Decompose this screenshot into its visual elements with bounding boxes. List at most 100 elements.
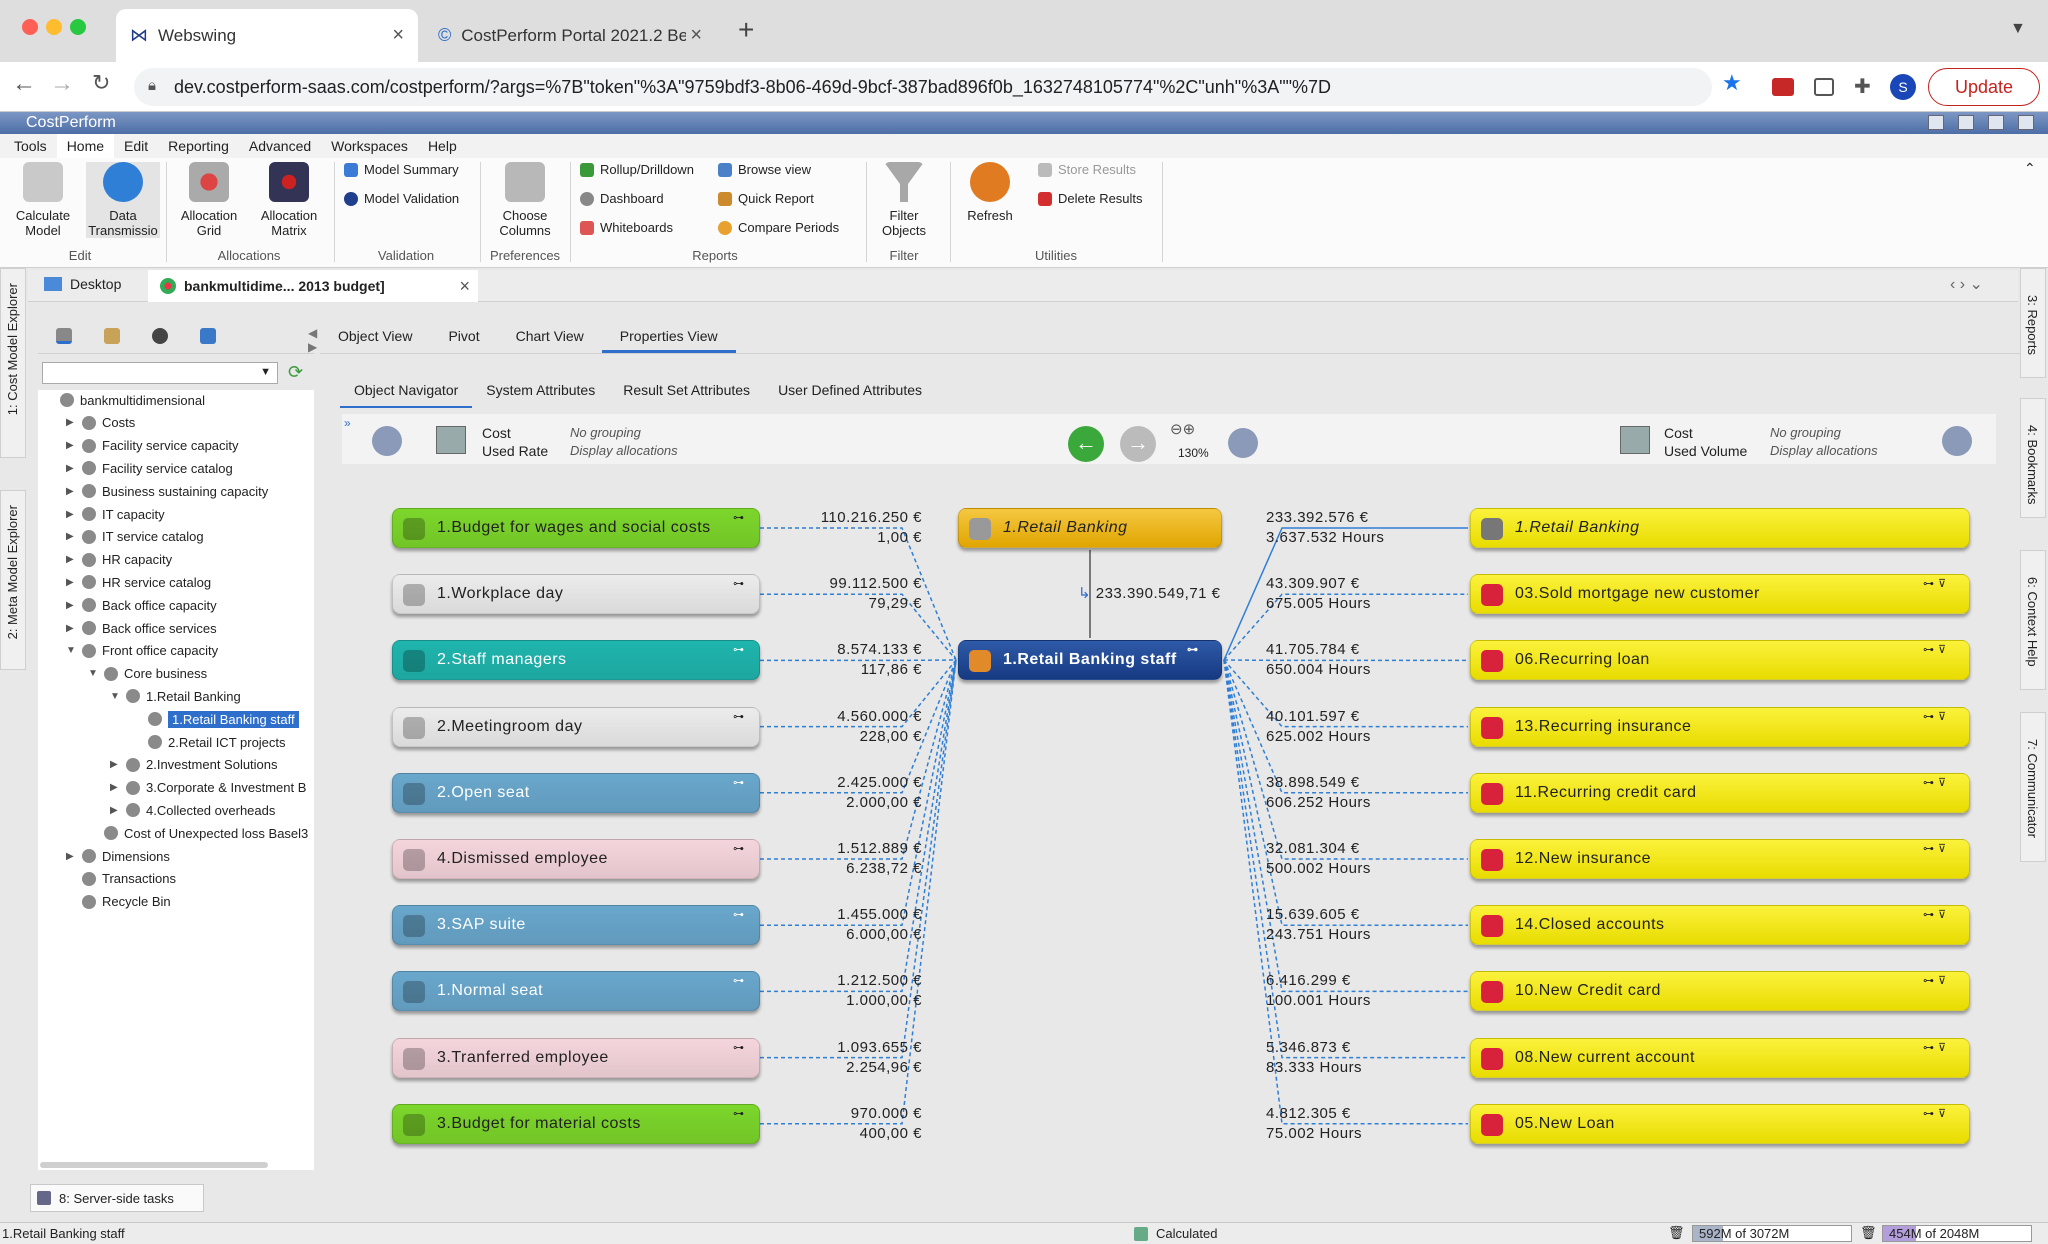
expand-toggle-icon[interactable]: ▼ (88, 668, 98, 679)
extension-lastpass-icon[interactable] (1772, 78, 1794, 96)
profile-avatar[interactable]: S (1890, 74, 1916, 100)
browser-tab-costperform[interactable]: © CostPerform Portal 2021.2 Bet × (424, 9, 716, 62)
filter-objects-button[interactable]: Filter Objects (872, 162, 936, 238)
tree-item[interactable]: ▶ IT capacity (66, 504, 165, 524)
hierarchy-filter-icon[interactable]: ⊶ ⊽ (1923, 842, 1947, 855)
side-tab-communicator[interactable]: 7: Communicator (2020, 712, 2046, 862)
right-measure-label[interactable]: Cost Used Volume (1664, 424, 1747, 460)
menu-workspaces[interactable]: Workspaces (321, 134, 418, 158)
target-node[interactable]: 06.Recurring loan ⊶ ⊽ (1470, 640, 1970, 681)
tree-item[interactable]: ▶ Dimensions (66, 846, 170, 866)
target-node[interactable]: 10.New Credit card ⊶ ⊽ (1470, 971, 1970, 1012)
target-node[interactable]: 13.Recurring insurance ⊶ ⊽ (1470, 706, 1970, 747)
compare-periods-button[interactable]: Compare Periods (718, 220, 839, 235)
hierarchy-filter-icon[interactable]: ⊶ ⊽ (1923, 710, 1947, 723)
hierarchy-small-icon[interactable]: ⊶ (1187, 643, 1199, 656)
browse-view-button[interactable]: Browse view (718, 162, 811, 177)
source-node[interactable]: 1.Workplace day ⊶ (392, 574, 760, 615)
hierarchy-small-icon[interactable]: ⊶ (733, 511, 745, 524)
collapse-ribbon-icon[interactable]: ⌃ (2024, 160, 2036, 177)
source-node[interactable]: 4.Dismissed employee ⊶ (392, 839, 760, 879)
hierarchy-small-icon[interactable]: ⊶ (733, 974, 745, 987)
hierarchy-filter-icon[interactable]: ⊶ ⊽ (1923, 974, 1947, 987)
tab-system-attributes[interactable]: System Attributes (472, 372, 609, 408)
store-results-button[interactable]: Store Results (1038, 162, 1136, 177)
target-node[interactable]: 14.Closed accounts ⊶ ⊽ (1470, 905, 1970, 946)
hierarchy-filter-icon[interactable]: ⊶ ⊽ (1923, 1041, 1947, 1054)
minimize-window-icon[interactable] (46, 19, 62, 35)
source-node[interactable]: 1.Budget for wages and social costs ⊶ (392, 508, 760, 548)
left-grouping-options[interactable]: No grouping Display allocations (570, 424, 678, 460)
tabs-nav-icons[interactable]: ‹ › ⌄ (1950, 274, 1983, 294)
close-window-icon[interactable] (22, 19, 38, 35)
calculate-model-button[interactable]: Calculate Model (8, 162, 78, 238)
tree-item[interactable]: Transactions (66, 869, 176, 889)
hierarchy-small-icon[interactable]: ⊶ (733, 776, 745, 789)
side-tab-bookmarks[interactable]: 4: Bookmarks (2020, 398, 2046, 518)
hierarchy-view-icon[interactable] (200, 327, 216, 344)
expand-toggle-icon[interactable]: ▼ (66, 645, 76, 656)
source-node[interactable]: 2.Open seat ⊶ (392, 772, 760, 813)
expand-double-chevron-icon[interactable]: » (344, 416, 351, 430)
forward-arrow-icon[interactable]: → (1120, 426, 1156, 462)
tree-item[interactable]: ▶ Back office capacity (66, 595, 217, 615)
menu-advanced[interactable]: Advanced (239, 134, 321, 158)
minimize-app-icon[interactable] (1958, 115, 1974, 130)
tab-search-chevron-icon[interactable]: ▼ (2010, 20, 2026, 38)
source-node[interactable]: 2.Meetingroom day ⊶ (392, 706, 760, 747)
hierarchy-filter-icon[interactable]: ⊶ ⊽ (1923, 908, 1947, 921)
model-summary-button[interactable]: Model Summary (344, 162, 459, 177)
expand-toggle-icon[interactable]: ▼ (110, 691, 120, 702)
menu-edit[interactable]: Edit (114, 134, 158, 158)
gc-icon[interactable]: 🗑︎ (1860, 1225, 1877, 1241)
tab-result-set-attributes[interactable]: Result Set Attributes (609, 372, 764, 408)
rollup-drilldown-button[interactable]: Rollup/Drilldown (580, 162, 694, 177)
refresh-button[interactable]: Refresh (958, 162, 1022, 223)
left-measure-label[interactable]: Cost Used Rate (482, 424, 548, 460)
hierarchy-small-icon[interactable]: ⊶ (733, 643, 745, 656)
hierarchy-small-icon[interactable]: ⊶ (733, 842, 745, 855)
hierarchy-small-icon[interactable]: ⊶ (733, 577, 745, 590)
gc-icon[interactable]: 🗑︎ (1668, 1225, 1685, 1241)
tree-item[interactable]: ▶ HR service catalog (66, 572, 211, 592)
tree-item[interactable]: ▶ IT service catalog (66, 527, 204, 547)
tree-item[interactable]: bankmultidimensional (44, 390, 205, 410)
zoom-controls-icon[interactable]: ⊖⊕ (1170, 420, 1195, 438)
expand-toggle-icon[interactable]: ▶ (110, 805, 120, 816)
close-tab-icon[interactable]: × (392, 24, 404, 47)
target-node[interactable]: 03.Sold mortgage new customer ⊶ ⊽ (1470, 574, 1970, 615)
tree-item[interactable]: ▶ HR capacity (66, 550, 172, 570)
side-tab-meta-model-explorer[interactable]: 2: Meta Model Explorer (0, 490, 26, 670)
expand-toggle-icon[interactable]: ▶ (66, 851, 76, 862)
menu-help[interactable]: Help (418, 134, 467, 158)
expand-toggle-icon[interactable]: ▶ (66, 440, 76, 451)
tab-object-navigator[interactable]: Object Navigator (340, 372, 473, 408)
expand-toggle-icon[interactable]: ▶ (110, 759, 120, 770)
expand-toggle-icon[interactable]: ▶ (110, 782, 120, 793)
tab-chart-view[interactable]: Chart View (498, 318, 602, 353)
tab-user-defined-attributes[interactable]: User Defined Attributes (764, 372, 936, 408)
tree-item[interactable]: ▶ 3.Corporate & Investment B (110, 778, 306, 798)
hierarchy-filter-icon[interactable]: ⊶ ⊽ (1923, 1107, 1947, 1120)
tree-item[interactable]: ▶ Business sustaining capacity (66, 481, 268, 501)
allocation-matrix-button[interactable]: Allocation Matrix (252, 162, 326, 238)
source-node[interactable]: 1.Normal seat ⊶ (392, 971, 760, 1012)
browser-tab-webswing[interactable]: ⋈ Webswing × (116, 9, 418, 62)
tree-item[interactable]: ▼ Core business (88, 664, 207, 684)
expand-toggle-icon[interactable]: ▶ (66, 486, 76, 497)
maximize-window-icon[interactable] (70, 19, 86, 35)
bookmark-star-icon[interactable]: ★ (1722, 70, 1742, 96)
target-node[interactable]: 11.Recurring credit card ⊶ ⊽ (1470, 772, 1970, 813)
choose-columns-button[interactable]: Choose Columns (490, 162, 560, 238)
tree-filter-combo[interactable]: ▼ (42, 362, 278, 384)
back-arrow-icon[interactable]: ← (1068, 426, 1104, 462)
right-grouping-options[interactable]: No grouping Display allocations (1770, 424, 1878, 460)
hierarchy-filter-icon[interactable]: ⊶ ⊽ (1923, 577, 1947, 590)
tree-item[interactable]: ▶ Costs (66, 413, 135, 433)
collapse-left-icon[interactable]: ◀ ▶ (308, 326, 317, 354)
target-node[interactable]: 05.New Loan ⊶ ⊽ (1470, 1103, 1970, 1144)
side-tab-reports[interactable]: 3: Reports (2020, 268, 2046, 378)
maximize-app-icon[interactable] (1988, 115, 2004, 130)
tab-object-view[interactable]: Object View (320, 318, 430, 353)
sync-icon[interactable]: ⟳ (288, 362, 303, 383)
